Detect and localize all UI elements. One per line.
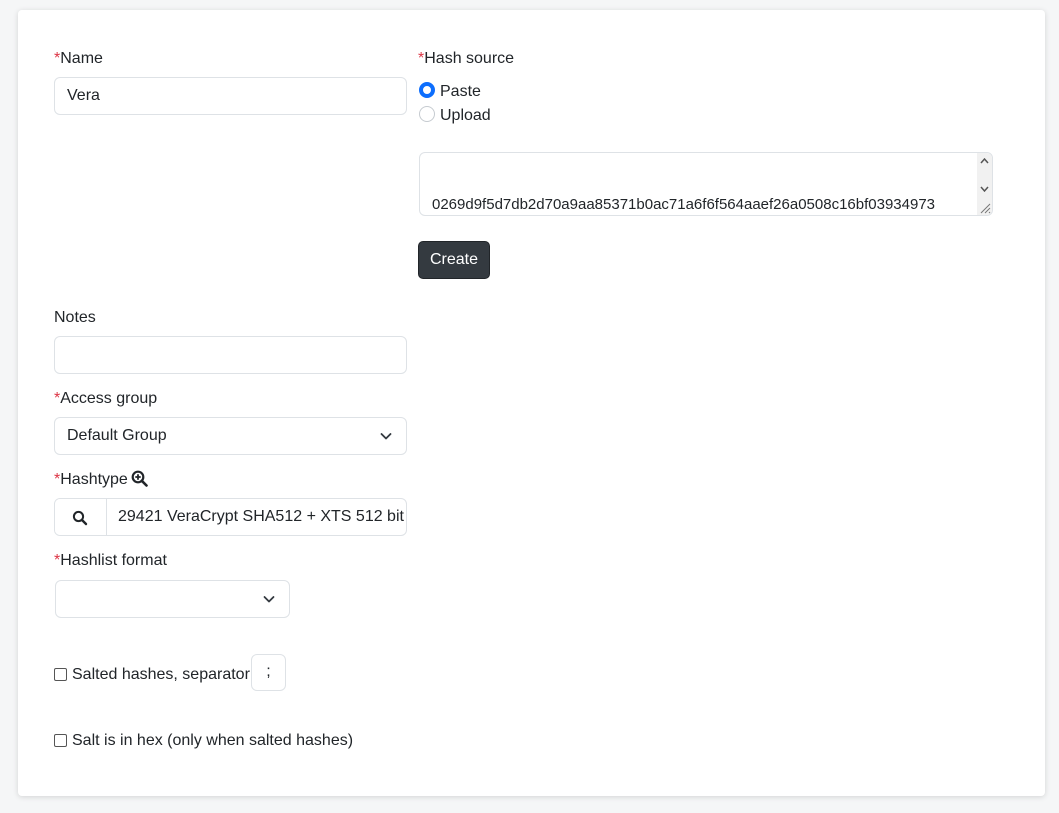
- hash-line: 0269d9f5d7db2d70a9aa85371b0ac71a6f6f564a…: [432, 196, 936, 213]
- create-button[interactable]: Create: [418, 241, 490, 279]
- zoom-in-icon[interactable]: [131, 470, 148, 487]
- access-group-select[interactable]: Default Group: [54, 417, 407, 455]
- notes-input[interactable]: [54, 336, 407, 374]
- hash-paste-content: 0269d9f5d7db2d70a9aa85371b0ac71a6f6f564a…: [432, 153, 977, 215]
- search-icon: [72, 510, 88, 526]
- salted-hashes-checkbox[interactable]: [54, 668, 67, 681]
- notes-label: Notes: [54, 309, 96, 326]
- hashlist-format-label: *Hashlist format: [54, 552, 167, 569]
- hash-paste-textarea[interactable]: 0269d9f5d7db2d70a9aa85371b0ac71a6f6f564a…: [419, 152, 993, 216]
- hashtype-search-addon: [55, 499, 107, 535]
- upload-radio-label: Upload: [440, 107, 491, 124]
- hashtype-input-group[interactable]: 29421 VeraCrypt SHA512 + XTS 512 bit: [54, 498, 407, 536]
- hash-source-label: *Hash source: [418, 50, 515, 67]
- paste-radio-label: Paste: [440, 83, 481, 100]
- name-label: *Name: [54, 50, 103, 67]
- salt-hex-checkbox[interactable]: [54, 734, 67, 747]
- salted-hashes-label: Salted hashes, separator:: [72, 666, 255, 683]
- name-input[interactable]: [54, 77, 407, 115]
- hashtype-input[interactable]: 29421 VeraCrypt SHA512 + XTS 512 bit: [118, 499, 404, 535]
- access-group-selected: Default Group: [67, 427, 167, 444]
- access-group-label: *Access group: [54, 390, 158, 407]
- upload-radio[interactable]: [419, 106, 435, 122]
- paste-radio[interactable]: [419, 82, 435, 98]
- hashtype-label: *Hashtype: [54, 471, 128, 488]
- resize-grip-icon[interactable]: [979, 202, 991, 214]
- create-hashlist-card: *Name *Hash source Paste Upload 0269d9f5…: [18, 10, 1045, 796]
- hashlist-format-select[interactable]: [55, 580, 290, 618]
- chevron-down-icon: [263, 596, 275, 603]
- separator-input[interactable]: ;: [251, 654, 286, 691]
- chevron-down-icon: [380, 433, 392, 440]
- salt-hex-label: Salt is in hex (only when salted hashes): [72, 732, 354, 749]
